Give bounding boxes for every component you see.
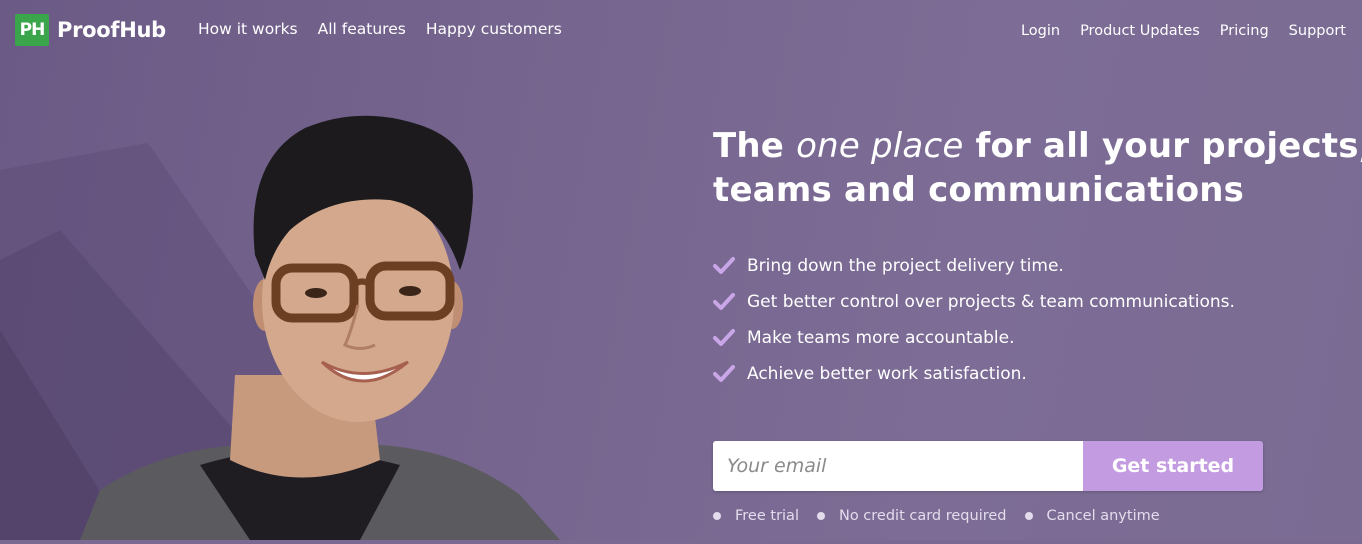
check-icon	[713, 365, 735, 382]
proofhub-logo[interactable]: PH ProofHub	[15, 14, 166, 46]
perk-item: Free trial	[713, 508, 799, 524]
nav-login[interactable]: Login	[1021, 23, 1060, 39]
bullet-icon	[816, 512, 825, 520]
nav-product-updates[interactable]: Product Updates	[1080, 23, 1200, 39]
perk-text: Free trial	[735, 508, 799, 524]
check-icon	[713, 257, 735, 274]
bullet-icon	[713, 512, 721, 520]
nav-happy-customers[interactable]: Happy customers	[426, 20, 562, 38]
benefit-text: Bring down the project delivery time.	[747, 256, 1064, 276]
nav-support[interactable]: Support	[1289, 23, 1346, 39]
logo-mark: PH	[15, 14, 49, 46]
nav-all-features[interactable]: All features	[318, 20, 406, 38]
signup-perks: Free trial No credit card required Cance…	[713, 508, 1160, 524]
perk-item: Cancel anytime	[1024, 508, 1160, 524]
secondary-nav: Login Product Updates Pricing Support	[1021, 23, 1346, 39]
hero-headline: The one place for all your projects, tea…	[713, 124, 1362, 212]
benefits-list: Bring down the project delivery time. Ge…	[713, 248, 1235, 392]
benefit-item: Get better control over projects & team …	[713, 284, 1235, 320]
get-started-button[interactable]: Get started	[1083, 441, 1263, 491]
benefit-item: Bring down the project delivery time.	[713, 248, 1235, 284]
check-icon	[713, 293, 735, 310]
perk-text: No credit card required	[838, 508, 1007, 524]
signup-form: Get started	[713, 441, 1263, 491]
headline-part-1: The	[713, 126, 797, 166]
benefit-text: Make teams more accountable.	[747, 328, 1015, 348]
check-icon	[713, 329, 735, 346]
nav-how-it-works[interactable]: How it works	[198, 20, 298, 38]
hero-portrait-image	[40, 100, 640, 540]
site-header: PH ProofHub How it works All features Ha…	[0, 0, 1362, 62]
benefit-text: Get better control over projects & team …	[747, 292, 1235, 312]
benefit-item: Make teams more accountable.	[713, 320, 1235, 356]
logo-text: ProofHub	[57, 18, 166, 42]
benefit-item: Achieve better work satisfaction.	[713, 356, 1235, 392]
benefit-text: Achieve better work satisfaction.	[747, 364, 1027, 384]
perk-text: Cancel anytime	[1046, 508, 1160, 524]
bullet-icon	[1024, 512, 1033, 520]
email-input[interactable]	[713, 441, 1083, 491]
nav-pricing[interactable]: Pricing	[1220, 23, 1269, 39]
perk-item: No credit card required	[816, 508, 1007, 524]
headline-emphasis: one place	[796, 126, 964, 166]
primary-nav: How it works All features Happy customer…	[198, 20, 562, 38]
